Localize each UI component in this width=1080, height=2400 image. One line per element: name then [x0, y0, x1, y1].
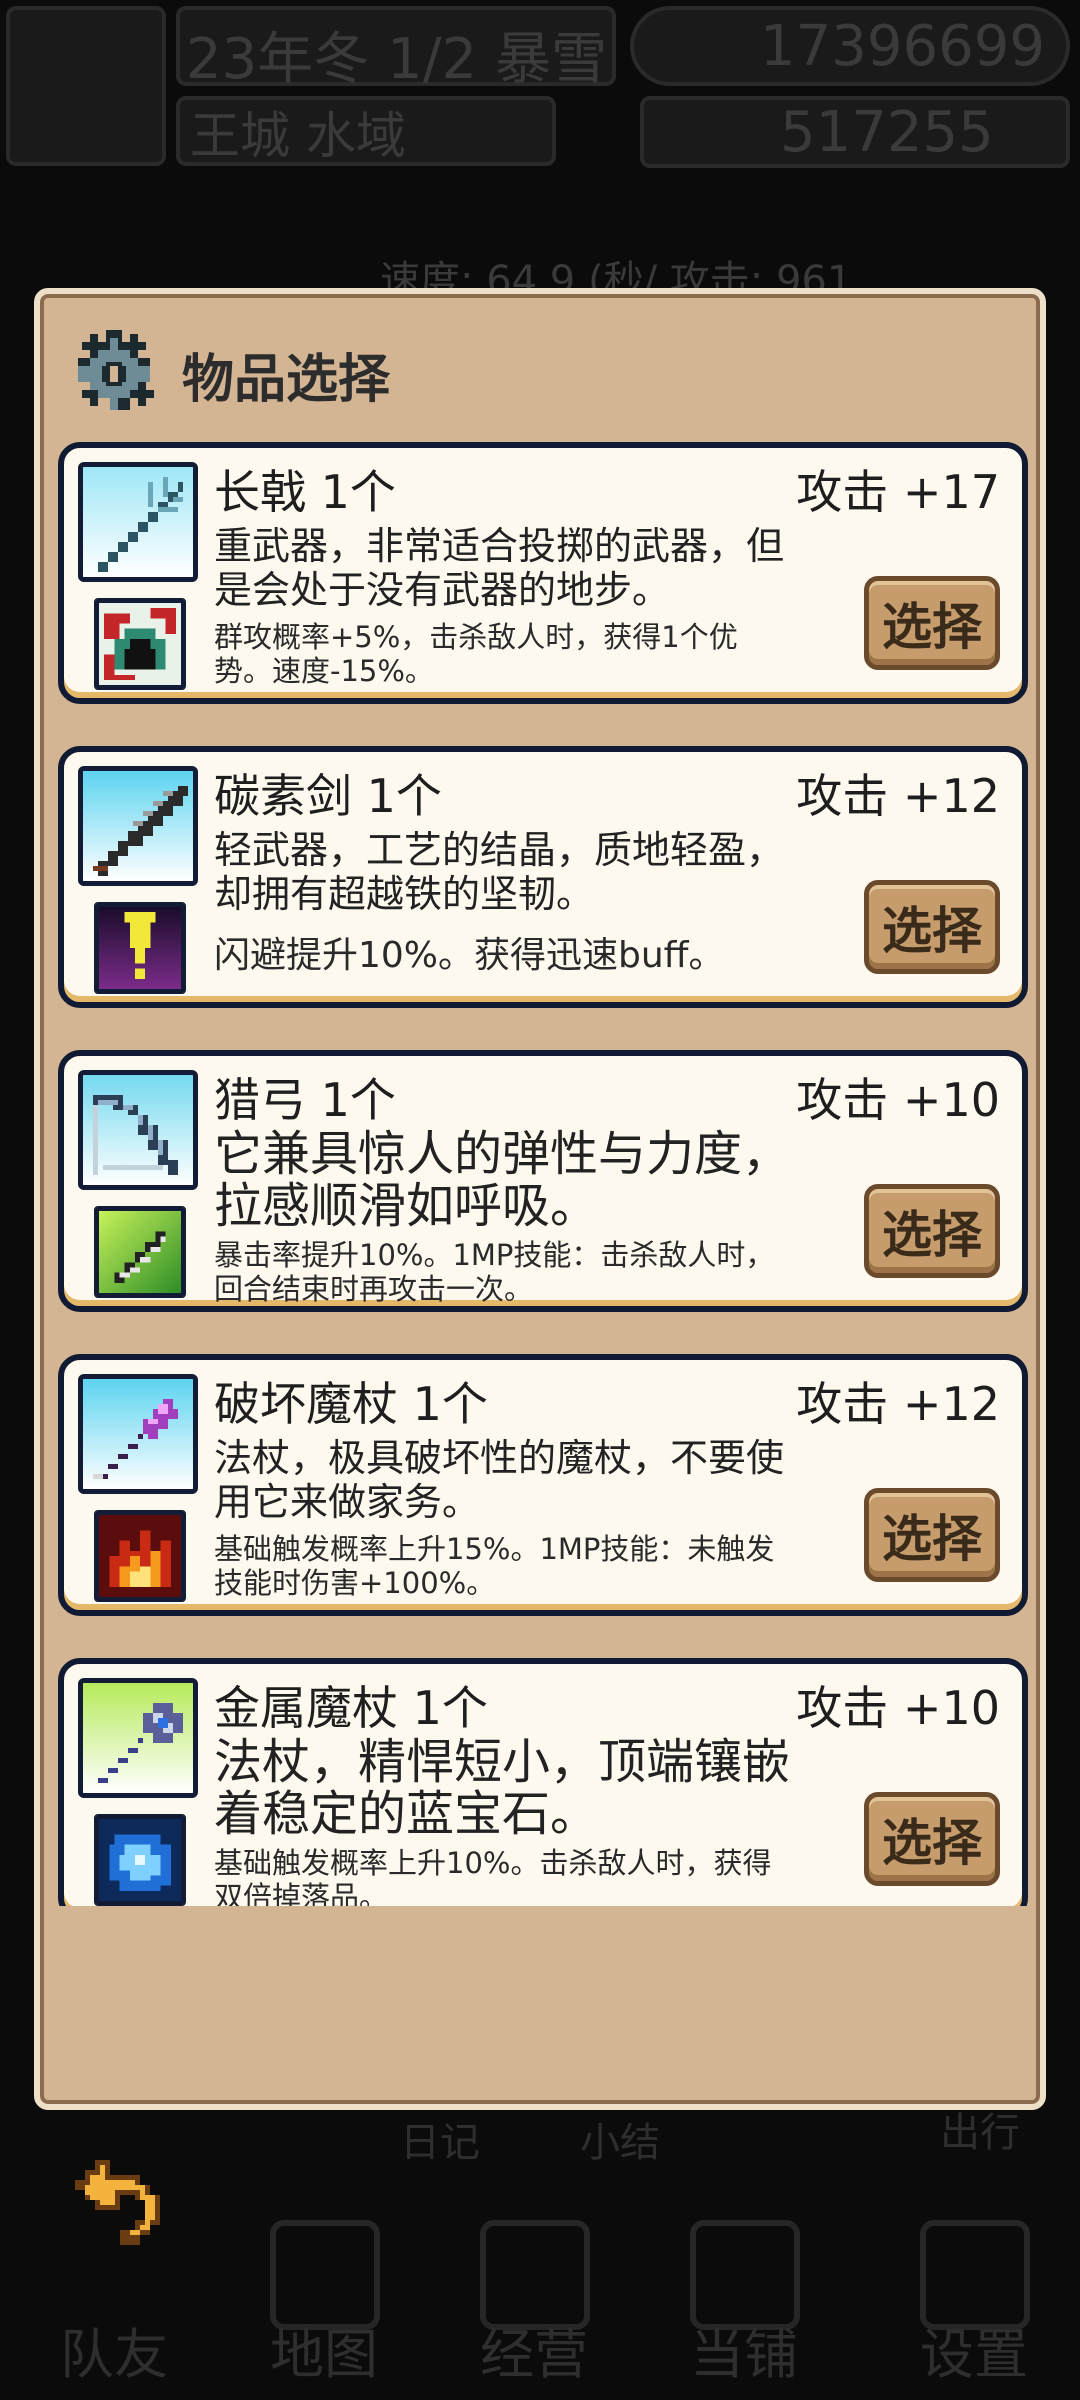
dialog-title: 物品选择 [182, 349, 391, 410]
item-card: 猎弓 1个 攻击 +10 它兼具惊人的弹性与力度，拉感顺滑如呼吸。 暴击率提升1… [58, 1050, 1028, 1312]
item-effect: 闪避提升10%。获得迅速buff。 [214, 935, 725, 976]
item-attack-stat: 攻击 +12 [796, 769, 1000, 823]
water-skill-icon [94, 1814, 186, 1906]
item-description: 法杖，精悍短小，顶端镶嵌着稳定的蓝宝石。 [214, 1734, 791, 1842]
gear-icon [78, 330, 154, 410]
item-description: 重武器，非常适合投掷的武器，但是会处于没有武器的地步。 [214, 524, 785, 612]
halberd-icon [78, 462, 198, 582]
back-arrow-icon [75, 2160, 160, 2245]
item-name: 破坏魔杖 1个 [214, 1377, 488, 1431]
item-attack-stat: 攻击 +17 [796, 465, 1000, 519]
item-effect: 基础触发概率上升15%。1MP技能：未触发技能时伤害+100%。 [214, 1532, 775, 1600]
select-button[interactable]: 选择 [864, 1488, 1000, 1582]
carbon-sword-icon [78, 766, 198, 886]
arrow-skill-icon [94, 1206, 186, 1298]
nav-label-settings: 设置 [920, 2323, 1028, 2386]
date-weather-text: 23年冬 1/2 暴雪 [186, 27, 607, 92]
dialog-header: 物品选择 [66, 324, 390, 424]
item-effect: 群攻概率+5%，击杀敌人时，获得1个优势。速度-15%。 [214, 620, 738, 688]
item-attack-stat: 攻击 +10 [796, 1681, 1000, 1735]
fire-skill-icon [94, 1510, 186, 1602]
item-name: 碳素剑 1个 [214, 769, 442, 823]
item-card: 碳素剑 1个 攻击 +12 轻武器，工艺的结晶，质地轻盈，却拥有超越铁的坚韧。 … [58, 746, 1028, 1008]
item-attack-stat: 攻击 +10 [796, 1073, 1000, 1127]
item-card: 金属魔杖 1个 攻击 +10 法杖，精悍短小，顶端镶嵌着稳定的蓝宝石。 基础触发… [58, 1658, 1028, 1906]
item-effect: 暴击率提升10%。1MP技能：击杀敌人时，回合结束时再攻击一次。 [214, 1238, 775, 1306]
select-button[interactable]: 选择 [864, 576, 1000, 670]
item-card: 破坏魔杖 1个 攻击 +12 法杖，极具破坏性的魔杖，不要使用它来做家务。 基础… [58, 1354, 1028, 1616]
location-text: 王城 水域 [190, 107, 406, 165]
speed-buff-icon [94, 902, 186, 994]
nav-label-team: 队友 [60, 2323, 168, 2386]
destruction-wand-icon [78, 1374, 198, 1494]
item-name: 猎弓 1个 [214, 1073, 396, 1127]
item-description: 它兼具惊人的弹性与力度，拉感顺滑如呼吸。 [214, 1126, 791, 1234]
hunting-bow-icon [78, 1070, 198, 1190]
nav-top-label-summary: 小结 [580, 2120, 660, 2166]
item-description: 法杖，极具破坏性的魔杖，不要使用它来做家务。 [214, 1436, 785, 1524]
item-name: 金属魔杖 1个 [214, 1681, 488, 1735]
select-button[interactable]: 选择 [864, 880, 1000, 974]
nav-label-shop: 当铺 [690, 2323, 798, 2386]
select-button[interactable]: 选择 [864, 1792, 1000, 1886]
nav-label-business: 经营 [480, 2323, 588, 2386]
metal-wand-icon [78, 1678, 198, 1798]
item-description: 轻武器，工艺的结晶，质地轻盈，却拥有超越铁的坚韧。 [214, 828, 785, 916]
item-attack-stat: 攻击 +12 [796, 1377, 1000, 1431]
select-button[interactable]: 选择 [864, 1184, 1000, 1278]
item-card: 长戟 1个 攻击 +17 重武器，非常适合投掷的武器，但是会处于没有武器的地步。… [58, 442, 1028, 704]
gold-text: 17396699 [760, 14, 1046, 79]
item-select-dialog: 物品选择 长戟 1个 攻击 +17 重武器，非常适合投掷的武器，但是会处于没有武… [34, 288, 1046, 2110]
character-portrait [6, 6, 166, 166]
item-effect: 基础触发概率上升10%。击杀敌人时，获得双倍掉落品。 [214, 1846, 772, 1906]
nav-label-map: 地图 [270, 2323, 378, 2386]
item-name: 长戟 1个 [214, 465, 396, 519]
nav-top-label-diary: 日记 [400, 2120, 480, 2166]
back-button[interactable] [60, 2150, 170, 2260]
crimson-skill-icon [94, 598, 186, 690]
score-text: 517255 [780, 100, 994, 165]
item-list[interactable]: 长戟 1个 攻击 +17 重武器，非常适合投掷的武器，但是会处于没有武器的地步。… [58, 442, 1028, 1906]
